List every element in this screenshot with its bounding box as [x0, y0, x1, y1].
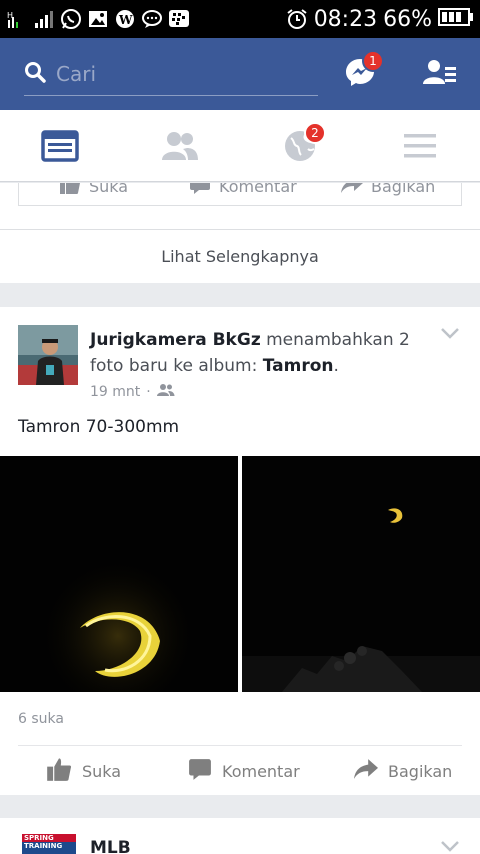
like-label: Suka [82, 761, 122, 781]
post-options-button[interactable] [440, 325, 460, 341]
post-author[interactable]: Jurigkamera BkGz [90, 330, 261, 350]
whatsapp-icon [60, 8, 82, 30]
friends-icon [162, 132, 198, 160]
search-placeholder: Cari [56, 61, 96, 86]
search-input[interactable]: Cari [24, 52, 318, 96]
previous-post-card: Suka Komentar Bagikan Lihat Selengkapnya [0, 183, 480, 283]
chevron-down-icon [441, 841, 459, 852]
battery-percent: 66% [383, 6, 432, 32]
wordpress-icon: W [114, 8, 136, 30]
tab-friends[interactable] [140, 110, 220, 182]
tab-menu[interactable] [380, 110, 460, 182]
tab-bar: 2 [0, 110, 480, 182]
post-caption: Tamron 70-300mm [18, 417, 180, 437]
post-meta: 19 mnt · [90, 383, 175, 401]
share-button[interactable]: Bagikan [354, 757, 452, 785]
share-icon [354, 757, 378, 785]
signal-icon [33, 8, 55, 30]
comment-label: Komentar [222, 761, 300, 781]
post-header: Jurigkamera BkGz menambahkan 2 foto baru… [90, 327, 420, 379]
tab-news-feed[interactable] [20, 110, 100, 182]
clock: 08:23 [313, 6, 378, 32]
previous-comment-button[interactable]: Komentar [189, 183, 297, 199]
post-album-link[interactable]: Tamron [263, 356, 334, 376]
next-post-author[interactable]: MLB [90, 838, 131, 854]
data-icon: H [6, 8, 28, 30]
battery-icon [438, 7, 474, 31]
post-photo-1[interactable] [0, 456, 238, 692]
menu-icon [404, 134, 436, 158]
like-icon [46, 756, 72, 786]
search-icon [24, 61, 46, 87]
gallery-icon [87, 8, 109, 30]
previous-comment-label: Komentar [219, 183, 297, 196]
previous-share-button[interactable]: Bagikan [341, 183, 435, 199]
share-icon [341, 183, 363, 199]
likes-count[interactable]: 6 suka [18, 711, 64, 727]
share-label: Bagikan [388, 761, 453, 781]
see-more-link[interactable]: Lihat Selengkapnya [0, 229, 480, 283]
bbm-icon [168, 8, 190, 30]
avatar[interactable] [18, 325, 78, 385]
previous-like-label: Suka [89, 183, 129, 196]
friend-requests-button[interactable] [423, 58, 457, 88]
alarm-icon [286, 8, 308, 30]
friend-requests-icon [423, 60, 456, 84]
notifications-badge: 2 [304, 122, 326, 144]
divider [18, 745, 462, 746]
messenger-button[interactable]: 1 [344, 50, 384, 88]
post-period: . [333, 356, 339, 376]
chat-icon [141, 8, 163, 30]
like-icon [59, 183, 81, 199]
top-bar: Cari 1 [0, 38, 480, 110]
post-time[interactable]: 19 mnt [90, 384, 140, 400]
post-photo-2[interactable] [242, 456, 480, 692]
chevron-down-icon [441, 328, 459, 339]
comment-button[interactable]: Komentar [188, 757, 300, 785]
previous-like-button[interactable]: Suka [59, 183, 128, 199]
previous-share-label: Bagikan [371, 183, 436, 196]
like-button[interactable]: Suka [46, 757, 121, 785]
news-feed-icon [41, 130, 79, 162]
avatar-text-bottom: TRAINING [24, 842, 63, 850]
messenger-badge: 1 [362, 50, 384, 72]
next-post-options-button[interactable] [440, 838, 460, 854]
svg-text:W: W [118, 13, 133, 27]
tab-notifications[interactable]: 2 [260, 110, 340, 182]
avatar-text-top: SPRING [22, 834, 76, 842]
previous-post-actions: Suka Komentar Bagikan [18, 183, 462, 206]
status-bar: H W 08:23 66% [0, 0, 480, 38]
next-post-avatar[interactable]: SPRING TRAINING [22, 834, 76, 854]
post-card: Jurigkamera BkGz menambahkan 2 foto baru… [0, 307, 480, 795]
friends-audience-icon [156, 383, 175, 401]
meta-separator: · [146, 384, 151, 400]
comment-icon [189, 183, 211, 199]
comment-icon [188, 757, 212, 785]
next-post-card: SPRING TRAINING MLB [0, 818, 480, 854]
